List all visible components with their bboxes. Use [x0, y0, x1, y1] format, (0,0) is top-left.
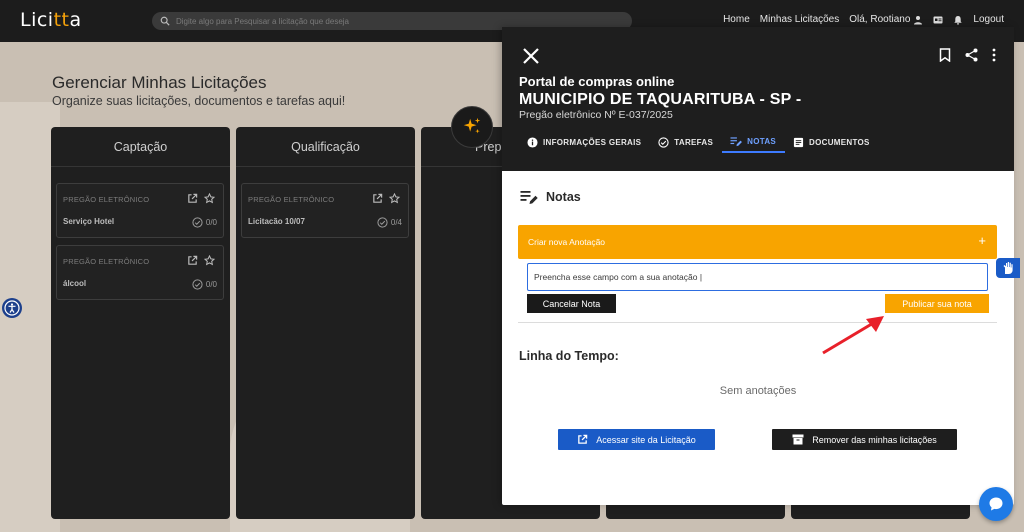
kanban-column-qualificacao: Qualificação PREGÃO ELETRÔNICO Licitacão…	[236, 127, 415, 519]
star-icon[interactable]	[204, 193, 215, 204]
user-greeting[interactable]: Olá, Rootiano	[849, 14, 923, 25]
empty-timeline-message: Sem anotações	[719, 385, 797, 397]
bell-icon[interactable]	[953, 15, 963, 25]
bidding-card[interactable]: PREGÃO ELETRÔNICO álcool 0/0	[56, 245, 224, 300]
publish-note-button[interactable]: Publicar sua nota	[885, 294, 989, 313]
organization-name: MUNICIPIO DE TAQUARITUBA - SP -	[519, 91, 802, 108]
expand-icon[interactable]: +	[978, 233, 986, 248]
drawer-tabs: INFORMAÇÕES GERAIS TAREFAS NOTAS DOCUMEN…	[519, 131, 879, 153]
logout-link[interactable]: Logout	[973, 14, 1004, 25]
card-modality: PREGÃO ELETRÔNICO	[63, 195, 150, 204]
task-count: 0/0	[192, 217, 217, 228]
check-circle-icon	[658, 136, 669, 148]
new-annotation-header[interactable]: Criar nova Anotação +	[518, 225, 997, 259]
portal-label: Portal de compras online	[519, 74, 675, 89]
page-subtitle: Organize suas licitações, documentos e t…	[52, 94, 346, 108]
tab-notas[interactable]: NOTAS	[722, 131, 786, 153]
new-annotation-panel: Criar nova Anotação + Cancelar Nota Publ…	[518, 225, 997, 323]
document-icon	[793, 137, 804, 147]
user-icon	[914, 15, 923, 24]
card-modality: PREGÃO ELETRÔNICO	[248, 195, 335, 204]
bidding-card[interactable]: PREGÃO ELETRÔNICO Licitacão 10/07 0/4	[241, 183, 409, 238]
card-title: álcool	[63, 279, 87, 288]
tab-tarefas[interactable]: TAREFAS	[650, 131, 722, 153]
bookmark-icon[interactable]	[939, 48, 951, 62]
hand-icon	[1003, 262, 1013, 274]
close-icon[interactable]	[522, 47, 540, 65]
chat-support-button[interactable]	[979, 487, 1013, 521]
id-card-icon[interactable]	[933, 15, 943, 25]
more-vert-icon[interactable]	[992, 48, 996, 62]
column-title: Captação	[51, 127, 230, 167]
notes-edit-icon	[520, 191, 538, 204]
star-icon[interactable]	[204, 255, 215, 266]
drawer-header: Portal de compras online MUNICIPIO DE TA…	[502, 27, 1014, 171]
access-bidding-site-button[interactable]: Acessar site da Licitação	[558, 429, 715, 450]
bidding-card[interactable]: PREGÃO ELETRÔNICO Serviço Hotel 0/0	[56, 183, 224, 238]
column-title: Qualificação	[236, 127, 415, 167]
nav-links: Home Minhas Licitações Olá, Rootiano Log…	[723, 14, 1004, 25]
search-input[interactable]	[176, 16, 616, 26]
task-count: 0/4	[377, 217, 402, 228]
card-modality: PREGÃO ELETRÔNICO	[63, 257, 150, 266]
nav-home-link[interactable]: Home	[723, 14, 750, 25]
bidding-reference: Pregão eletrônico Nº E-037/2025	[519, 109, 673, 121]
card-title: Serviço Hotel	[63, 217, 115, 226]
accessibility-button[interactable]	[2, 298, 22, 318]
chat-icon	[989, 497, 1003, 511]
external-link-icon	[578, 434, 588, 444]
external-link-icon[interactable]	[372, 193, 383, 204]
kanban-column-captacao: Captação PREGÃO ELETRÔNICO Serviço Hotel…	[51, 127, 230, 519]
external-link-icon[interactable]	[187, 255, 198, 266]
page-title: Gerenciar Minhas Licitações	[52, 73, 267, 92]
info-icon	[527, 136, 538, 148]
app-logo[interactable]: Licitta	[20, 9, 82, 31]
annotation-input[interactable]	[527, 263, 988, 291]
share-icon[interactable]	[965, 48, 978, 62]
card-title: Licitacão 10/07	[248, 217, 305, 226]
search-icon	[160, 16, 170, 26]
task-count: 0/0	[192, 279, 217, 290]
timeline-title: Linha do Tempo:	[519, 349, 619, 363]
check-circle-icon	[192, 217, 203, 228]
remove-bidding-button[interactable]: Remover das minhas licitações	[772, 429, 957, 450]
check-circle-icon	[192, 279, 203, 290]
check-circle-icon	[377, 217, 388, 228]
notes-edit-icon	[730, 136, 743, 146]
cancel-note-button[interactable]: Cancelar Nota	[527, 294, 616, 313]
archive-icon	[792, 434, 804, 445]
nav-my-biddings-link[interactable]: Minhas Licitações	[760, 14, 839, 25]
notes-section-title: Notas	[520, 189, 581, 205]
external-link-icon[interactable]	[187, 193, 198, 204]
bidding-detail-drawer: Portal de compras online MUNICIPIO DE TA…	[502, 27, 1014, 505]
tab-documentos[interactable]: DOCUMENTOS	[785, 131, 879, 153]
sparkle-icon	[463, 117, 481, 134]
ai-assistant-button[interactable]	[451, 106, 493, 148]
accessibility-icon	[4, 300, 20, 316]
sign-language-button[interactable]	[996, 258, 1020, 278]
tab-informacoes-gerais[interactable]: INFORMAÇÕES GERAIS	[519, 131, 650, 153]
annotation-arrow	[822, 316, 884, 355]
star-icon[interactable]	[389, 193, 400, 204]
